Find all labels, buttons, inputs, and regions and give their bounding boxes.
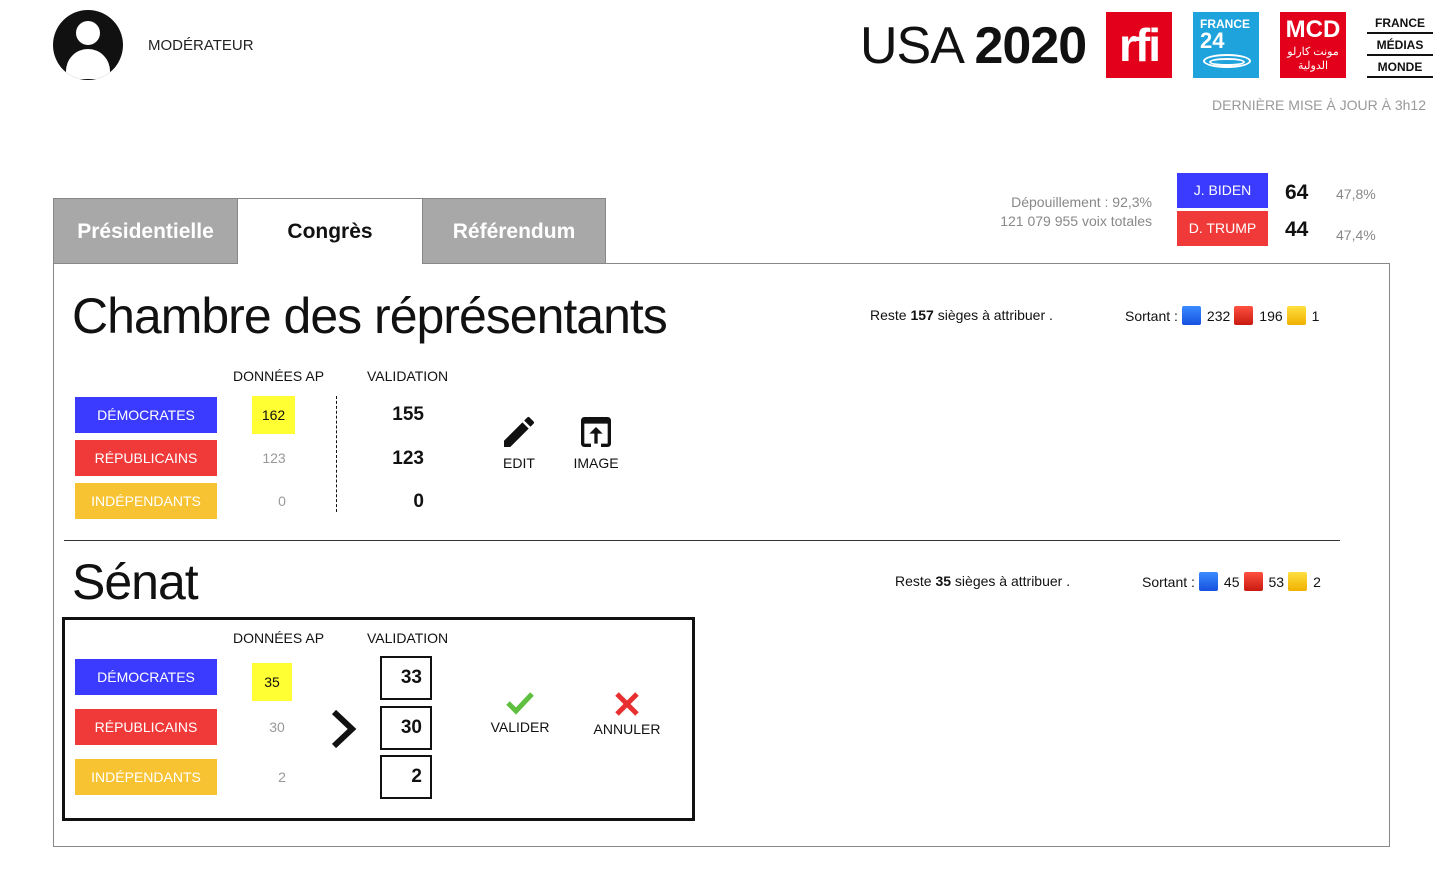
- section-divider: [64, 540, 1340, 541]
- pencil-icon: [504, 416, 534, 447]
- senat-remaining-seats: Reste 35 sièges à attribuer .: [895, 573, 1071, 589]
- senat-ap-republicains: 30: [269, 719, 285, 735]
- image-label: IMAGE: [573, 455, 619, 471]
- chambre-party-republicains: RÉPUBLICAINS: [75, 440, 217, 476]
- senat-party-democrates: DÉMOCRATES: [75, 659, 217, 695]
- chambre-col-validation: VALIDATION: [367, 368, 449, 384]
- user-role-label: MODÉRATEUR: [148, 37, 254, 54]
- chambre-party-democrates: DÉMOCRATES: [75, 397, 217, 433]
- tab-referendum[interactable]: Référendum: [422, 198, 606, 264]
- annuler-button[interactable]: ANNULER: [588, 690, 666, 737]
- edit-label: EDIT: [503, 455, 535, 471]
- title-light: USA: [860, 17, 962, 75]
- chambre-party-independants: INDÉPENDANTS: [75, 483, 217, 519]
- candidate-votes-biden: 64: [1285, 181, 1309, 204]
- cross-icon: [615, 692, 639, 716]
- apply-ap-arrow-icon[interactable]: [328, 708, 358, 755]
- democrat-square-icon: [1198, 572, 1218, 591]
- checkmark-icon: [506, 692, 534, 715]
- chambre-col-ap: DONNÉES AP: [233, 368, 325, 384]
- total-votes: 121 079 955 voix totales: [1000, 213, 1152, 229]
- chambre-validation-republicains: 123: [392, 448, 424, 469]
- republican-square-icon: [1234, 306, 1254, 325]
- independent-square-icon: [1286, 306, 1306, 325]
- edit-button[interactable]: EDIT: [494, 412, 544, 471]
- tab-congres[interactable]: Congrès: [238, 198, 422, 264]
- moderator-avatar-icon[interactable]: [53, 10, 123, 80]
- senat-validation-democrates[interactable]: 33: [380, 656, 432, 700]
- republican-square-icon: [1243, 572, 1263, 591]
- title-bold: 2020: [974, 17, 1088, 75]
- counting-progress: Dépouillement : 92,3%: [1011, 194, 1152, 210]
- valider-label: VALIDER: [490, 719, 550, 735]
- independent-square-icon: [1288, 572, 1308, 591]
- valider-button[interactable]: VALIDER: [484, 690, 556, 735]
- senat-title: Sénat: [72, 554, 199, 610]
- mcd-logo: MCD مونت كارلو الدولية: [1280, 12, 1346, 78]
- counting-summary: Dépouillement : 92,3% 121 079 955 voix t…: [900, 193, 1152, 231]
- senat-validation-republicains[interactable]: 30: [380, 706, 432, 750]
- democrat-square-icon: [1181, 306, 1201, 325]
- candidate-pct-biden: 47,8%: [1336, 186, 1376, 202]
- france24-logo: FRANCE 24: [1193, 12, 1259, 78]
- chambre-validation-democrates: 155: [392, 404, 424, 425]
- chambre-ap-democrates: 162: [252, 396, 295, 434]
- image-button[interactable]: IMAGE: [566, 412, 626, 471]
- chambre-ap-independants: 0: [278, 493, 286, 509]
- page-title: USA 2020: [860, 16, 1088, 76]
- senat-col-validation: VALIDATION: [367, 630, 449, 646]
- senat-col-ap: DONNÉES AP: [233, 630, 325, 646]
- column-divider: [336, 396, 337, 512]
- chambre-ap-republicains: 123: [262, 450, 286, 466]
- chambre-validation-independants: 0: [413, 491, 424, 512]
- france-medias-monde-logo: FRANCE MÉDIAS MONDE: [1367, 12, 1433, 80]
- chambre-outgoing: Sortant : 232 196 1: [1125, 306, 1320, 325]
- upload-image-icon: [581, 417, 611, 447]
- senat-party-independants: INDÉPENDANTS: [75, 759, 217, 795]
- senat-validation-independants[interactable]: 2: [380, 755, 432, 799]
- chambre-remaining-seats: Reste 157 sièges à attribuer .: [870, 307, 1053, 323]
- chambre-title: Chambre des réprésentants: [72, 288, 668, 344]
- candidate-pct-trump: 47,4%: [1336, 227, 1376, 243]
- candidate-votes-trump: 44: [1285, 218, 1309, 241]
- tab-presidentielle[interactable]: Présidentielle: [53, 198, 238, 264]
- candidate-badge-trump: D. TRUMP: [1177, 211, 1268, 246]
- annuler-label: ANNULER: [593, 721, 661, 737]
- candidate-badge-biden: J. BIDEN: [1177, 173, 1268, 208]
- last-update-text: DERNIÈRE MISE À JOUR À 3h12: [1212, 97, 1426, 113]
- senat-party-republicains: RÉPUBLICAINS: [75, 709, 217, 745]
- senat-ap-independants: 2: [278, 769, 286, 785]
- senat-ap-democrates: 35: [252, 663, 292, 701]
- rfi-logo: rfi: [1106, 12, 1172, 78]
- senat-outgoing: Sortant : 45 53 2: [1142, 572, 1321, 591]
